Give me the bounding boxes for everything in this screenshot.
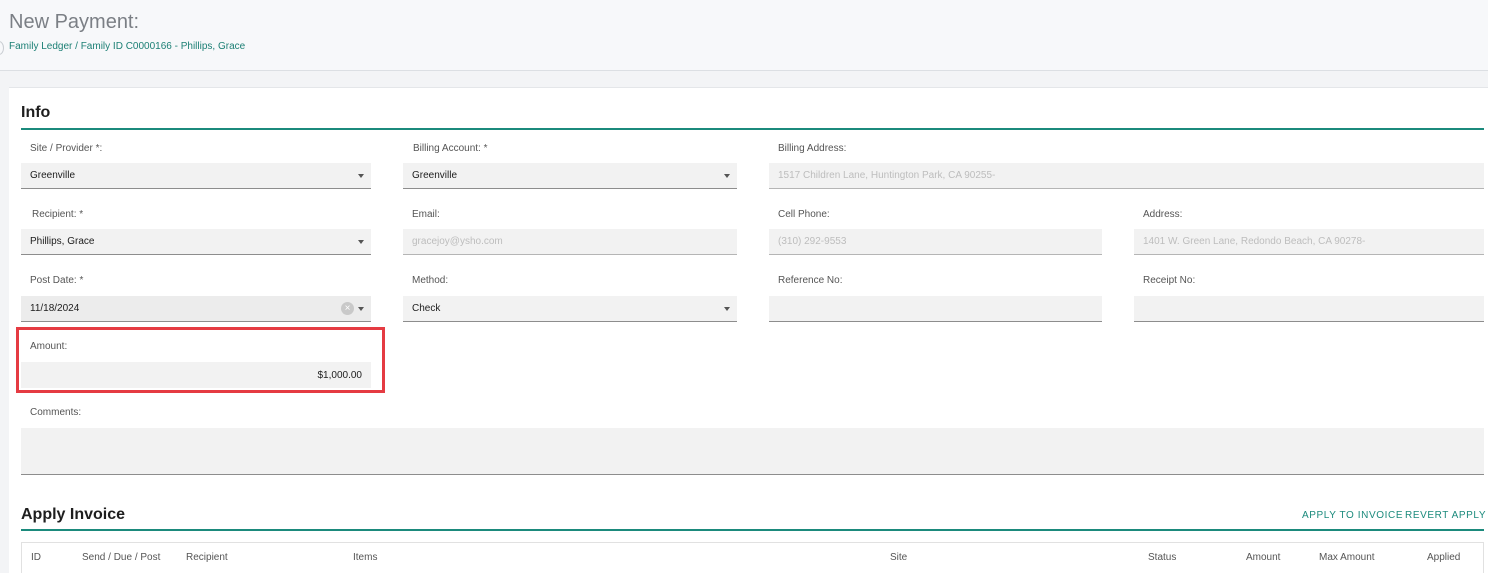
apply-to-invoice-button[interactable]: APPLY TO INVOICE	[1302, 510, 1403, 521]
billing-account-label: Billing Account: *	[413, 143, 488, 154]
billing-address-label: Billing Address:	[778, 143, 847, 154]
chevron-down-icon[interactable]	[358, 307, 364, 311]
address-field: 1401 W. Green Lane, Redondo Beach, CA 90…	[1134, 229, 1484, 255]
site-provider-value: Greenville	[30, 170, 76, 181]
column-header-id[interactable]: ID	[31, 552, 41, 563]
billing-account-value: Greenville	[412, 170, 458, 181]
method-value: Check	[412, 303, 441, 314]
cell-phone-label: Cell Phone:	[778, 209, 830, 220]
cell-phone-value: (310) 292-9553	[778, 236, 847, 247]
chevron-down-icon[interactable]	[724, 307, 730, 311]
clear-icon[interactable]: ×	[341, 302, 354, 315]
recipient-label: Recipient: *	[32, 209, 84, 220]
chevron-down-icon[interactable]	[358, 174, 364, 178]
column-header-send-due-post[interactable]: Send / Due / Post	[82, 552, 160, 563]
billing-address-field: 1517 Children Lane, Huntington Park, CA …	[769, 163, 1484, 189]
apply-invoice-title: Apply Invoice	[21, 506, 126, 523]
reference-no-input[interactable]	[769, 296, 1102, 322]
email-field: gracejoy@ysho.com	[403, 229, 737, 255]
email-label: Email:	[412, 209, 440, 220]
comments-label: Comments:	[30, 407, 82, 418]
billing-address-value: 1517 Children Lane, Huntington Park, CA …	[778, 170, 996, 181]
billing-account-select[interactable]: Greenville	[403, 163, 737, 189]
column-header-amount[interactable]: Amount	[1246, 552, 1280, 563]
revert-apply-button[interactable]: REVERT APPLY	[1405, 510, 1486, 521]
post-date-value: 11/18/2024	[30, 303, 80, 314]
method-label: Method:	[412, 275, 449, 286]
column-header-items[interactable]: Items	[353, 552, 377, 563]
address-label: Address:	[1143, 209, 1183, 220]
column-header-max-amount[interactable]: Max Amount	[1319, 552, 1375, 563]
method-select[interactable]: Check	[403, 296, 737, 322]
info-section-title: Info	[21, 104, 51, 121]
comments-textarea[interactable]	[21, 428, 1484, 475]
post-date-label: Post Date: *	[30, 275, 84, 286]
page-title: New Payment:	[9, 11, 140, 33]
invoice-table: ID Send / Due / Post Recipient Items Sit…	[21, 542, 1484, 573]
cell-phone-field: (310) 292-9553	[769, 229, 1102, 255]
address-value: 1401 W. Green Lane, Redondo Beach, CA 90…	[1143, 236, 1366, 247]
receipt-no-input[interactable]	[1134, 296, 1484, 322]
site-provider-select[interactable]: Greenville	[21, 163, 371, 189]
email-value: gracejoy@ysho.com	[412, 236, 503, 247]
post-date-picker[interactable]: 11/18/2024 ×	[21, 296, 371, 322]
page-header: New Payment: Family Ledger / Family ID C…	[0, 0, 1488, 71]
column-header-recipient[interactable]: Recipient	[186, 552, 228, 563]
recipient-value: Phillips, Grace	[30, 236, 95, 247]
site-provider-label: Site / Provider *:	[30, 143, 103, 154]
column-header-site[interactable]: Site	[890, 552, 907, 563]
recipient-select[interactable]: Phillips, Grace	[21, 229, 371, 255]
reference-no-label: Reference No:	[778, 275, 843, 286]
amount-highlight-box	[16, 327, 385, 393]
chevron-down-icon[interactable]	[358, 240, 364, 244]
apply-invoice-divider	[21, 529, 1484, 531]
column-header-status[interactable]: Status	[1148, 552, 1176, 563]
column-header-applied[interactable]: Applied	[1427, 552, 1460, 563]
receipt-no-label: Receipt No:	[1143, 275, 1196, 286]
info-section-divider	[21, 128, 1484, 130]
breadcrumb[interactable]: Family Ledger / Family ID C0000166 - Phi…	[9, 41, 245, 52]
collapse-handle-icon[interactable]	[0, 41, 4, 55]
chevron-down-icon[interactable]	[724, 174, 730, 178]
